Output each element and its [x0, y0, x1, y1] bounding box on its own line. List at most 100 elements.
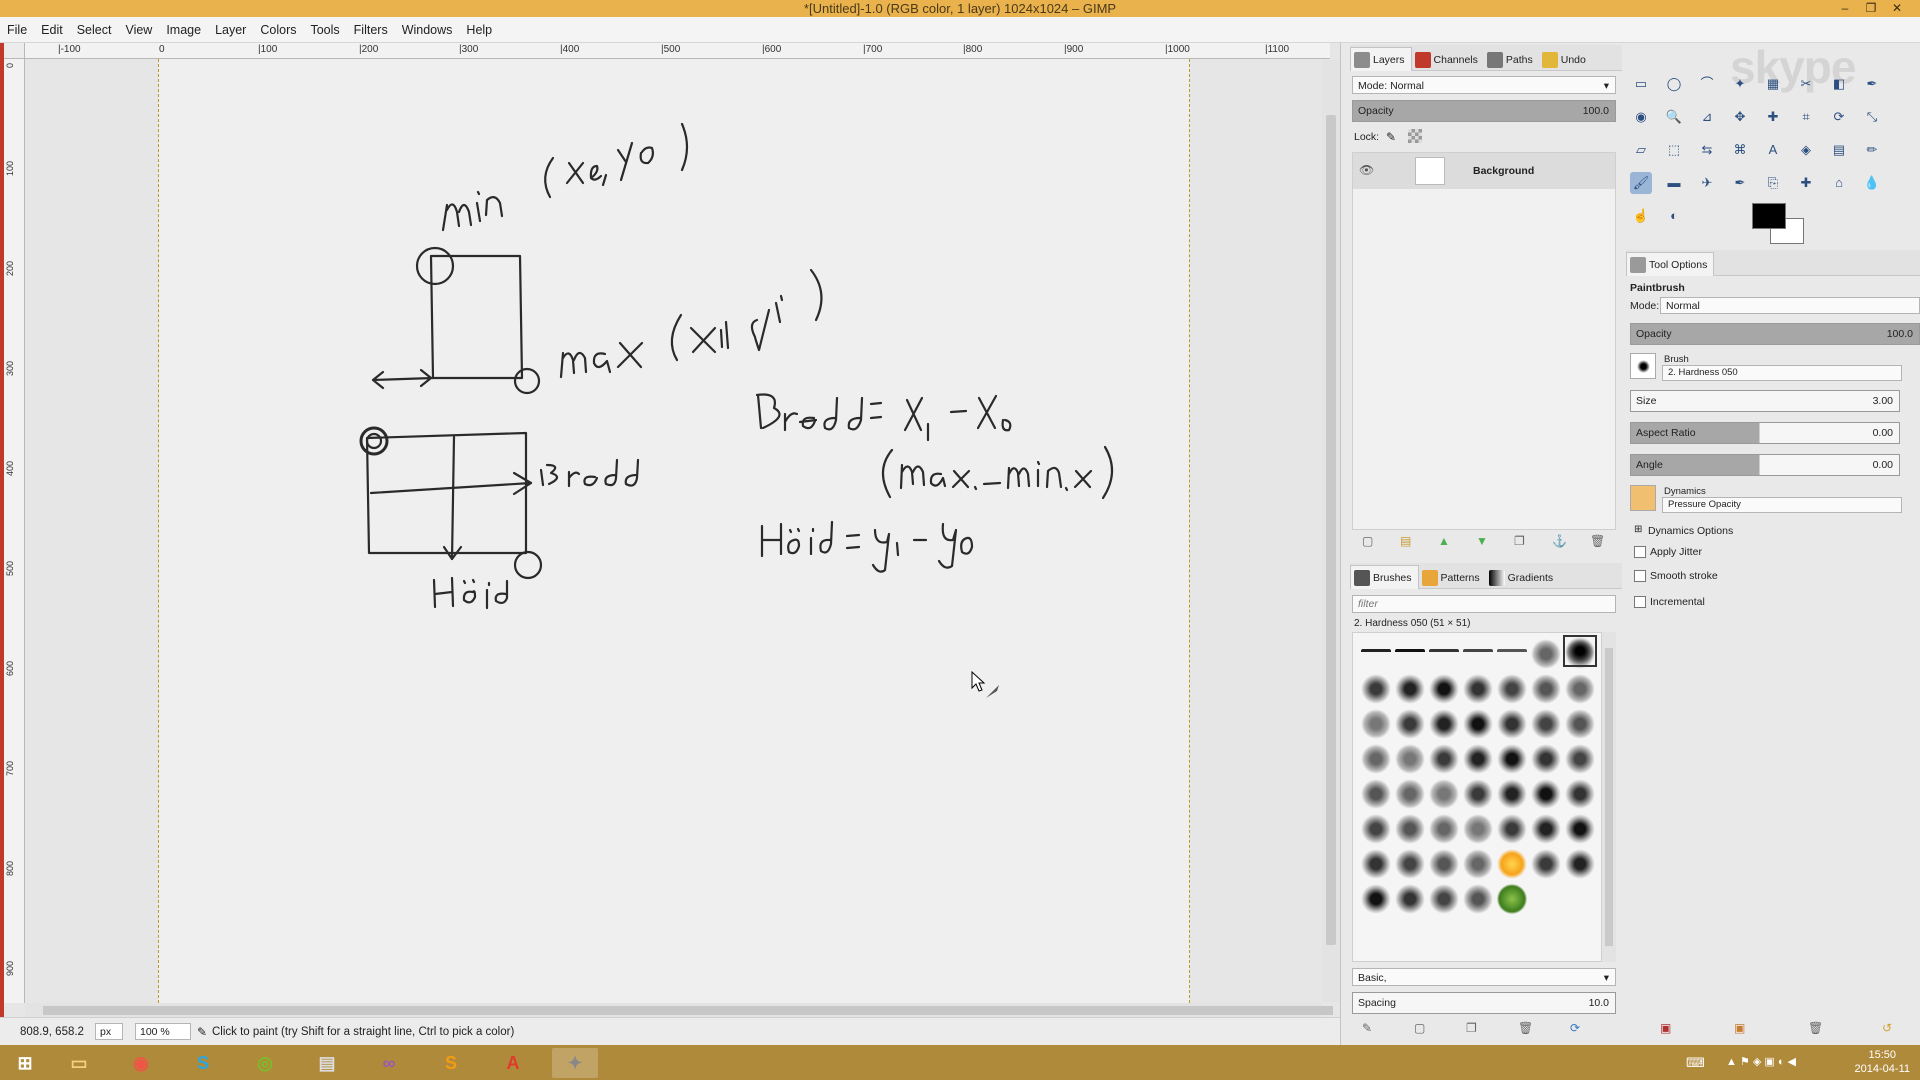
scroll-thumb[interactable]: [43, 1006, 1333, 1015]
lock-alpha-icon[interactable]: [1408, 129, 1422, 143]
brush-swatch[interactable]: [1395, 674, 1425, 704]
brush-name-field[interactable]: 2. Hardness 050: [1662, 365, 1902, 381]
foreground-color-swatch[interactable]: [1752, 203, 1786, 229]
tab-patterns[interactable]: Patterns: [1419, 566, 1486, 590]
image-canvas[interactable]: [158, 59, 1190, 1003]
dynamics-field[interactable]: Pressure Opacity: [1662, 497, 1902, 513]
ink-icon[interactable]: ✒: [1729, 172, 1751, 194]
text-icon[interactable]: A: [1762, 139, 1784, 161]
scale-icon[interactable]: ⤡: [1861, 106, 1883, 128]
brush-scrollbar[interactable]: [1602, 632, 1616, 962]
brush-swatch[interactable]: [1361, 814, 1391, 844]
brush-swatch[interactable]: [1429, 674, 1459, 704]
tab-channels[interactable]: Channels: [1412, 48, 1484, 72]
paint-mode-select[interactable]: Normal: [1660, 297, 1920, 314]
delete-brush-icon[interactable]: 🗑: [1518, 1021, 1536, 1039]
rotate-icon[interactable]: ⟳: [1828, 106, 1850, 128]
brush-swatch[interactable]: [1463, 649, 1493, 655]
flip-icon[interactable]: ⇆: [1696, 139, 1718, 161]
lasso-icon[interactable]: ⌒: [1696, 73, 1718, 95]
refresh-brushes-icon[interactable]: ⟳: [1570, 1021, 1588, 1039]
brush-swatch[interactable]: [1395, 709, 1425, 739]
delete-layer-icon[interactable]: 🗑: [1590, 534, 1608, 552]
raise-layer-icon[interactable]: ▲: [1438, 534, 1456, 552]
angle-slider[interactable]: Angle 0.00: [1630, 454, 1900, 476]
brush-swatch[interactable]: [1497, 649, 1527, 655]
color-picker-icon[interactable]: ◉: [1630, 106, 1652, 128]
brush-filter-input[interactable]: [1352, 595, 1616, 613]
duplicate-brush-icon[interactable]: ❐: [1466, 1021, 1484, 1039]
tab-layers[interactable]: Layers: [1350, 47, 1412, 71]
measure-icon[interactable]: ⊿: [1696, 106, 1718, 128]
aspect-ratio-slider[interactable]: Aspect Ratio 0.00: [1630, 422, 1900, 444]
brush-swatch[interactable]: [1429, 649, 1459, 655]
menu-help[interactable]: Help: [459, 17, 499, 37]
menu-filters[interactable]: Filters: [347, 17, 395, 37]
align-icon[interactable]: ✚: [1762, 106, 1784, 128]
spotify-icon[interactable]: ◎: [242, 1048, 288, 1078]
brush-swatch[interactable]: [1463, 709, 1493, 739]
lower-layer-icon[interactable]: ▼: [1476, 534, 1494, 552]
eraser-icon[interactable]: ▬: [1663, 172, 1685, 194]
brush-swatch[interactable]: [1395, 884, 1425, 914]
sublime-icon[interactable]: S: [428, 1048, 474, 1078]
brush-swatch[interactable]: [1565, 709, 1595, 739]
dodge-burn-icon[interactable]: ◐: [1663, 205, 1685, 227]
layer-opacity-slider[interactable]: Opacity 100.0: [1352, 100, 1616, 122]
brush-swatch[interactable]: [1361, 649, 1391, 655]
horizontal-scrollbar[interactable]: [25, 1003, 1333, 1017]
brush-swatch[interactable]: [1395, 849, 1425, 879]
select-by-color-icon[interactable]: ▦: [1762, 73, 1784, 95]
edit-brush-icon[interactable]: ✎: [1362, 1021, 1380, 1039]
brush-swatch[interactable]: [1565, 779, 1595, 809]
expander-icon[interactable]: ⊞: [1634, 524, 1642, 535]
dynamics-options-expander[interactable]: Dynamics Options: [1648, 525, 1733, 537]
brush-swatch[interactable]: [1531, 744, 1561, 774]
smooth-stroke-checkbox[interactable]: [1634, 570, 1646, 582]
restore-options-icon[interactable]: ▣: [1734, 1021, 1752, 1039]
brush-swatch[interactable]: [1531, 814, 1561, 844]
brush-swatch[interactable]: [1497, 884, 1527, 914]
brush-swatch[interactable]: [1497, 744, 1527, 774]
fuzzy-select-icon[interactable]: ✦: [1729, 73, 1751, 95]
blur-icon[interactable]: 💧: [1861, 172, 1883, 194]
apply-jitter-checkbox[interactable]: [1634, 546, 1646, 558]
brush-swatch[interactable]: [1565, 814, 1595, 844]
keyboard-icon[interactable]: ⌨: [1686, 1055, 1705, 1071]
menu-colors[interactable]: Colors: [253, 17, 303, 37]
smudge-icon[interactable]: ☝: [1630, 205, 1652, 227]
airbrush-icon[interactable]: ✈: [1696, 172, 1718, 194]
brush-swatch[interactable]: [1361, 779, 1391, 809]
move-icon[interactable]: ✥: [1729, 106, 1751, 128]
rect-select-icon[interactable]: ▭: [1630, 73, 1652, 95]
brush-swatch[interactable]: [1463, 884, 1493, 914]
spacing-slider[interactable]: Spacing 10.0: [1352, 992, 1616, 1014]
duplicate-layer-icon[interactable]: ❐: [1514, 534, 1532, 552]
dynamics-icon[interactable]: [1630, 485, 1656, 511]
brush-swatch[interactable]: [1565, 849, 1595, 879]
new-layer-icon[interactable]: ▢: [1362, 534, 1380, 552]
quick-mask-corner[interactable]: [4, 43, 25, 59]
brush-swatch[interactable]: [1361, 674, 1391, 704]
tab-tool-options[interactable]: Tool Options: [1626, 252, 1715, 276]
foreground-select-icon[interactable]: ◧: [1828, 73, 1850, 95]
layer-row-background[interactable]: 👁 Background: [1353, 153, 1615, 189]
cage-icon[interactable]: ⌘: [1729, 139, 1751, 161]
brush-swatch[interactable]: [1361, 744, 1391, 774]
brush-swatch[interactable]: [1565, 744, 1595, 774]
brush-swatch[interactable]: [1497, 779, 1527, 809]
new-brush-icon[interactable]: ▢: [1414, 1021, 1432, 1039]
brush-swatch[interactable]: [1497, 674, 1527, 704]
menu-windows[interactable]: Windows: [395, 17, 460, 37]
size-slider[interactable]: Size 3.00: [1630, 390, 1900, 412]
new-group-icon[interactable]: ▤: [1400, 534, 1418, 552]
zoom-icon[interactable]: 🔍: [1663, 106, 1685, 128]
unit-select[interactable]: px: [95, 1023, 123, 1040]
brush-preview[interactable]: [1630, 353, 1656, 379]
heal-icon[interactable]: ✚: [1795, 172, 1817, 194]
brush-swatch[interactable]: [1565, 674, 1595, 704]
eye-icon[interactable]: 👁: [1359, 163, 1374, 177]
brush-swatch[interactable]: [1531, 674, 1561, 704]
blend-icon[interactable]: ▤: [1828, 139, 1850, 161]
clone-icon[interactable]: ⎘: [1762, 172, 1784, 194]
